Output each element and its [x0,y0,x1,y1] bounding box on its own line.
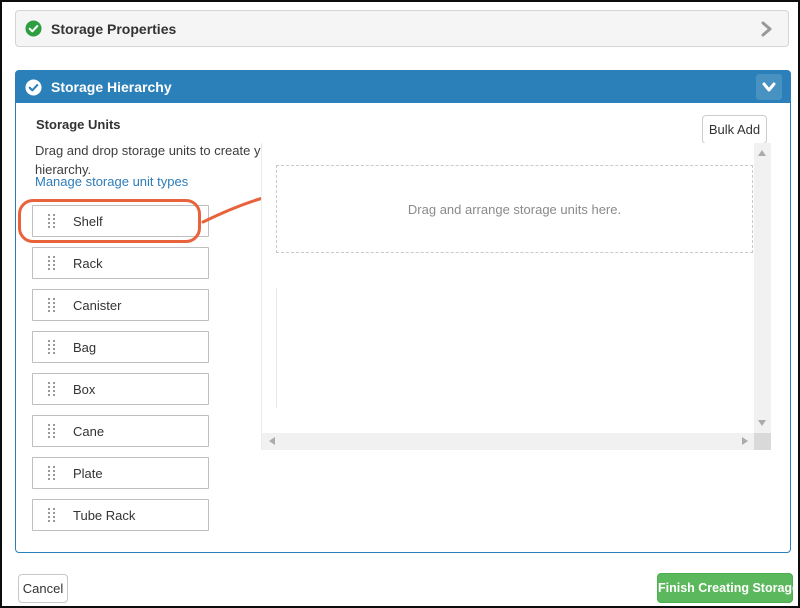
drag-handle-icon[interactable] [48,466,56,481]
scrollbar-corner [754,433,771,450]
drag-handle-icon[interactable] [48,508,56,523]
horizontal-scrollbar[interactable] [262,433,755,450]
check-circle-icon [25,79,42,96]
storage-hierarchy-title: Storage Hierarchy [51,79,172,95]
unit-item-box[interactable]: Box [32,373,209,405]
unit-item-cane[interactable]: Cane [32,415,209,447]
scroll-up-icon[interactable] [758,150,766,156]
unit-item-canister[interactable]: Canister [32,289,209,321]
chevron-right-icon [758,20,774,38]
storage-units-label: Storage Units [36,117,121,132]
drag-handle-icon[interactable] [48,340,56,355]
vertical-scrollbar[interactable] [754,143,771,433]
canvas-guide-line [276,288,277,408]
unit-item-tube-rack[interactable]: Tube Rack [32,499,209,531]
manage-storage-unit-types-link[interactable]: Manage storage unit types [35,174,188,189]
unit-item-rack[interactable]: Rack [32,247,209,279]
storage-hierarchy-panel-header[interactable]: Storage Hierarchy [16,71,790,103]
drag-handle-icon[interactable] [48,256,56,271]
drag-handle-icon[interactable] [48,298,56,313]
drag-handle-icon[interactable] [48,424,56,439]
collapse-toggle[interactable] [756,74,782,100]
unit-item-bag[interactable]: Bag [32,331,209,363]
storage-properties-panel-header[interactable]: Storage Properties [15,10,789,47]
scroll-down-icon[interactable] [758,420,766,426]
hierarchy-canvas[interactable]: Drag and arrange storage units here. [261,143,771,450]
cancel-button[interactable]: Cancel [18,574,68,603]
drag-handle-icon[interactable] [48,214,56,229]
finish-creating-storage-button[interactable]: Finish Creating Storage [657,573,793,603]
unit-item-shelf[interactable]: Shelf [32,205,209,237]
create-storage-dialog: Storage Properties Storage Hierarchy Sto… [0,0,800,608]
chevron-down-icon [761,80,777,94]
scroll-left-icon[interactable] [269,437,275,445]
dropzone-hint: Drag and arrange storage units here. [408,202,621,217]
storage-properties-title: Storage Properties [51,21,176,37]
dropzone[interactable]: Drag and arrange storage units here. [276,165,753,253]
bulk-add-button[interactable]: Bulk Add [702,115,767,144]
check-circle-icon [25,20,42,37]
unit-item-plate[interactable]: Plate [32,457,209,489]
storage-hierarchy-panel: Storage Hierarchy Storage Units Bulk Add… [15,70,791,553]
scroll-right-icon[interactable] [742,437,748,445]
drag-handle-icon[interactable] [48,382,56,397]
